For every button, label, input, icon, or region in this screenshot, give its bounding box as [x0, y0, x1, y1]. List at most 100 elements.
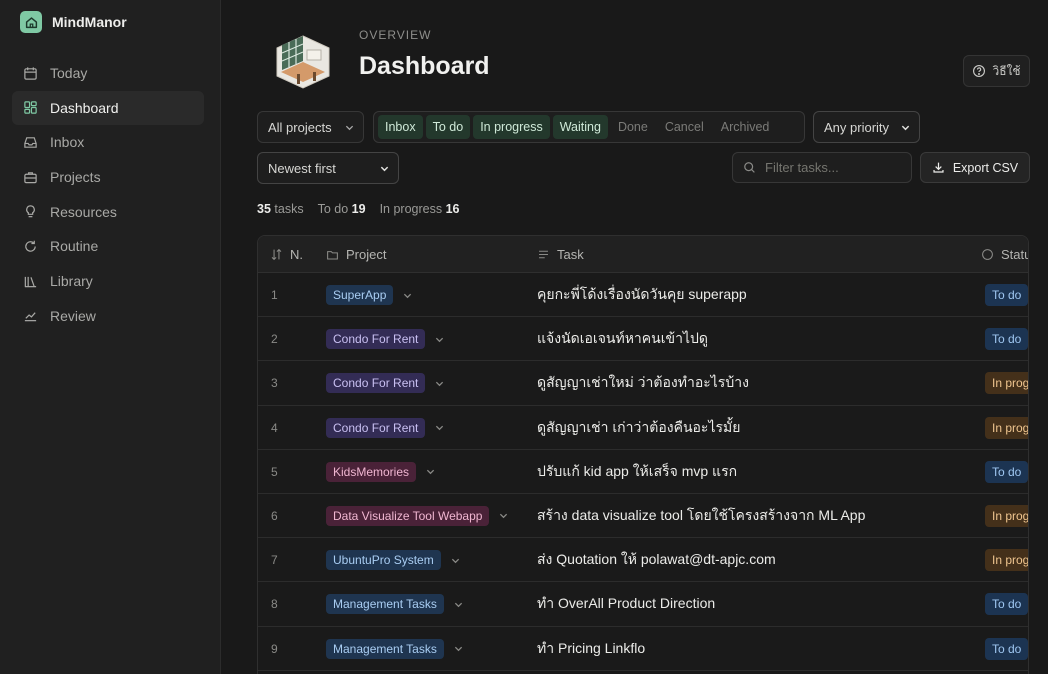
table-row[interactable]: 7 UbuntuPro System ส่ง Quotation ให้ polaw… — [258, 538, 1028, 583]
sidebar-item-resources[interactable]: Resources — [12, 195, 204, 229]
project-tag[interactable]: UbuntuPro System — [326, 550, 441, 571]
filter-tasks-input[interactable]: Filter tasks... — [732, 152, 912, 183]
help-label: วิธีใช้ — [992, 63, 1021, 78]
table-row[interactable]: 4 Condo For Rent ดูสัญญาเช่า เก่าว่าต้องคื… — [258, 405, 1028, 450]
chevron-down-icon[interactable] — [454, 600, 463, 609]
status-filter-archived[interactable]: Archived — [714, 115, 777, 139]
status-cell[interactable]: To do — [985, 450, 1028, 494]
export-csv-button[interactable]: Export CSV — [920, 152, 1030, 183]
task-title[interactable]: ดูสัญญาเช่าใหม่ ว่าต้องทำอะไรบ้าง — [537, 361, 749, 405]
column-status[interactable]: Status — [981, 236, 1028, 273]
chevron-down-icon[interactable] — [451, 556, 460, 565]
table-row[interactable]: 3 Condo For Rent ดูสัญญาเช่าใหม่ ว่าต้องทำ… — [258, 361, 1028, 406]
books-icon — [24, 276, 37, 287]
sidebar-item-inbox[interactable]: Inbox — [12, 125, 204, 159]
status-filter-in-progress[interactable]: In progress — [473, 115, 550, 139]
table-row[interactable]: 8 Management Tasks ทำ OverAll Product Dire… — [258, 582, 1028, 627]
status-cell[interactable]: In progress — [985, 494, 1028, 538]
task-title[interactable]: ส่ง Quotation ให้ polawat@dt-apjc.com — [537, 538, 776, 582]
task-title[interactable]: ปรับแก้ kid app ให้เสร็จ mvp แรก — [537, 450, 737, 494]
chevron-down-icon[interactable] — [454, 644, 463, 653]
sidebar-item-projects[interactable]: Projects — [12, 160, 204, 194]
column-number[interactable]: N. — [270, 236, 303, 273]
status-badge[interactable]: To do — [985, 593, 1028, 616]
search-placeholder: Filter tasks... — [765, 160, 839, 175]
status-cell[interactable]: In progress — [985, 538, 1028, 582]
status-badge[interactable]: In progress — [985, 372, 1028, 395]
status-badge[interactable]: To do — [985, 637, 1028, 660]
status-badge[interactable]: To do — [985, 460, 1028, 483]
chevron-down-icon[interactable] — [499, 511, 508, 520]
download-icon — [933, 162, 944, 173]
column-task[interactable]: Task — [537, 236, 584, 273]
status-filter-inbox[interactable]: Inbox — [378, 115, 423, 139]
project-cell[interactable]: KidsMemories — [326, 450, 435, 494]
status-badge[interactable]: In progress — [985, 504, 1028, 527]
status-cell[interactable]: To do — [985, 273, 1028, 317]
project-filter-select[interactable]: All projects — [257, 111, 364, 143]
status-cell[interactable]: To do — [985, 582, 1028, 626]
project-tag[interactable]: Data Visualize Tool Webapp — [326, 505, 490, 526]
project-tag[interactable]: Management Tasks — [326, 594, 444, 615]
sort-select[interactable]: Newest first — [257, 152, 399, 184]
table-row[interactable]: 2 Condo For Rent แจ้งนัดเอเจนท์หาคนเข้าไปด… — [258, 317, 1028, 362]
sidebar-item-library[interactable]: Library — [12, 264, 204, 298]
project-cell[interactable]: Management Tasks — [326, 627, 463, 671]
priority-filter-select[interactable]: Any priority — [813, 111, 920, 143]
task-title[interactable]: ดูสัญญาเช่า เก่าว่าต้องคืนอะไรมั้ย — [537, 406, 740, 450]
sidebar-item-label: Inbox — [50, 134, 85, 151]
table-row[interactable]: 1 SuperApp คุยกะพี่โด้งเรื่องนัดวันคุย sup… — [258, 273, 1028, 318]
project-tag[interactable]: Management Tasks — [326, 638, 444, 659]
status-cell[interactable]: In progress — [985, 406, 1028, 450]
row-number: 6 — [271, 508, 278, 523]
status-cell[interactable]: To do — [985, 317, 1028, 361]
status-filter-waiting[interactable]: Waiting — [552, 115, 608, 139]
sidebar-item-dashboard[interactable]: Dashboard — [12, 90, 204, 125]
sidebar-item-routine[interactable]: Routine — [12, 229, 204, 263]
status-filter-todo[interactable]: To do — [425, 115, 471, 139]
chevron-down-icon[interactable] — [403, 291, 412, 300]
task-title[interactable]: คุยกะพี่โด้งเรื่องนัดวันคุย superapp — [537, 273, 747, 317]
status-badge[interactable]: In progress — [985, 416, 1028, 439]
sidebar-item-label: Routine — [50, 238, 99, 255]
sidebar-item-review[interactable]: Review — [12, 299, 204, 333]
project-cell[interactable]: SuperApp — [326, 273, 412, 317]
status-badge[interactable]: To do — [985, 328, 1028, 351]
help-button[interactable]: วิธีใช้ — [963, 55, 1030, 87]
chevron-down-icon[interactable] — [435, 423, 444, 432]
task-title[interactable]: ทำ Pricing Linkflo — [537, 627, 645, 671]
project-tag[interactable]: SuperApp — [326, 285, 394, 305]
chevron-down-icon[interactable] — [435, 335, 444, 344]
project-cell[interactable]: UbuntuPro System — [326, 538, 460, 582]
project-cell[interactable]: Management Tasks — [326, 582, 463, 626]
chevron-down-icon[interactable] — [426, 467, 435, 476]
house-icon — [20, 11, 42, 33]
status-cell[interactable]: In progress — [985, 361, 1028, 405]
table-row[interactable]: 5 KidsMemories ปรับแก้ kid app ให้เสร็จ mv… — [258, 449, 1028, 494]
project-tag[interactable]: Condo For Rent — [326, 373, 426, 394]
sidebar-item-today[interactable]: Today — [12, 56, 204, 90]
status-filter-cancel[interactable]: Cancel — [658, 115, 711, 139]
project-tag[interactable]: Condo For Rent — [326, 329, 426, 350]
status-badge[interactable]: In progress — [985, 549, 1028, 572]
status-cell[interactable]: To do — [985, 627, 1028, 671]
table-row[interactable]: 6 Data Visualize Tool Webapp สร้าง data vi… — [258, 493, 1028, 539]
table-row[interactable]: 9 Management Tasks ทำ Pricing Linkflo To do — [258, 626, 1028, 671]
task-counts: 35 tasks To do 19 In progress 16 — [257, 202, 459, 216]
chevron-down-icon[interactable] — [435, 379, 444, 388]
task-title[interactable]: แจ้งนัดเอเจนท์หาคนเข้าไปดู — [537, 317, 708, 361]
status-filter-done[interactable]: Done — [611, 115, 655, 139]
project-cell[interactable]: Condo For Rent — [326, 317, 444, 361]
project-tag[interactable]: Condo For Rent — [326, 417, 426, 438]
project-tag[interactable]: KidsMemories — [326, 461, 417, 482]
project-cell[interactable]: Condo For Rent — [326, 406, 444, 450]
column-project[interactable]: Project — [326, 236, 386, 273]
task-title[interactable]: ทำ OverAll Product Direction — [537, 582, 715, 626]
circle-icon — [982, 249, 993, 260]
task-title[interactable]: สร้าง data visualize tool โดยใช้โครงสร้า… — [537, 494, 865, 538]
brand[interactable]: MindManor — [20, 11, 127, 33]
sidebar-item-label: Library — [50, 273, 93, 290]
status-badge[interactable]: To do — [985, 284, 1028, 306]
project-cell[interactable]: Condo For Rent — [326, 361, 444, 405]
project-cell[interactable]: Data Visualize Tool Webapp — [326, 494, 508, 538]
